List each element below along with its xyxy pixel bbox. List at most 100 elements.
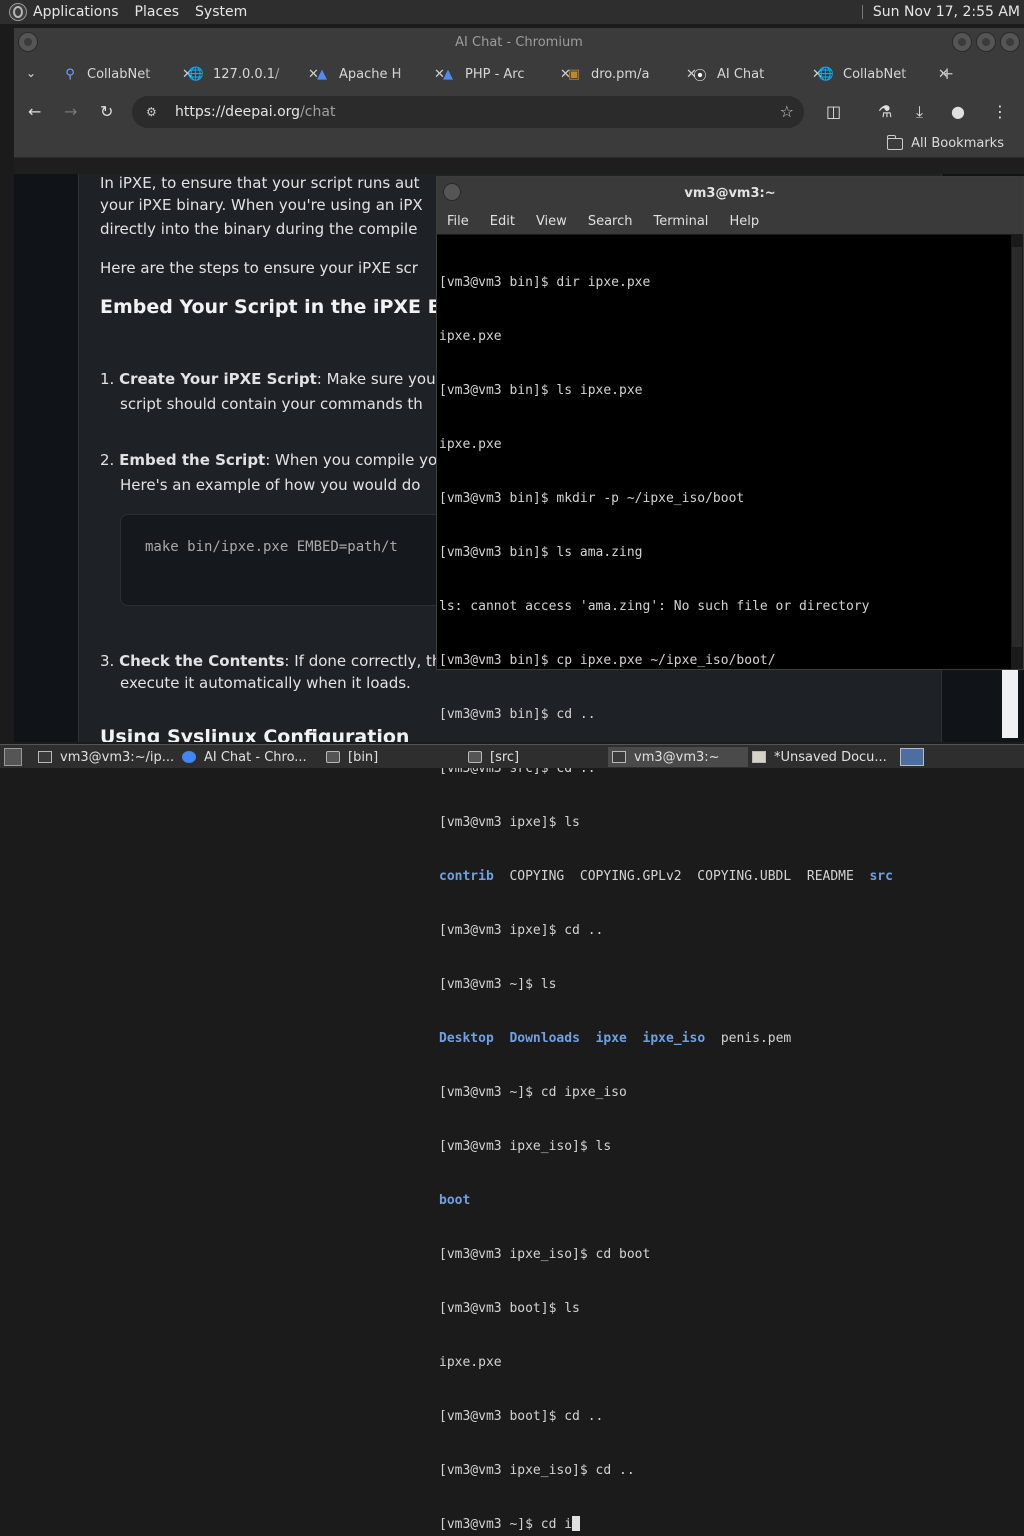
tab-localhost[interactable]: 🌐 127.0.0.1/ ✕ [187, 60, 319, 88]
workspace-switcher[interactable] [900, 748, 924, 766]
apache-icon: ▲ [443, 66, 453, 82]
list-item: 2. Embed the Script: When you compile yo [100, 451, 437, 469]
maximize-button[interactable] [976, 32, 996, 52]
terminal-line: contrib COPYING COPYING.GPLv2 COPYING.UB… [439, 868, 1023, 886]
url-path: /chat [300, 104, 336, 120]
directory-entry: Downloads [509, 1031, 580, 1046]
code-block[interactable]: make bin/ipxe.pxe EMBED=path/t [120, 514, 460, 606]
terminal-output[interactable]: [vm3@vm3 bin]$ dir ipxe.pxe ipxe.pxe [vm… [439, 238, 1023, 1536]
response-text-line: directly into the binary during the comp… [100, 220, 418, 238]
taskbar-item-chromium[interactable]: AI Chat - Chro... [182, 747, 322, 767]
gnome-foot-icon[interactable] [9, 3, 27, 21]
window-menu-button[interactable] [443, 183, 461, 201]
back-arrow-icon[interactable]: ← [28, 102, 41, 121]
terminal-line: [vm3@vm3 bin]$ dir ipxe.pxe [439, 275, 651, 290]
terminal-window: vm3@vm3:~ File Edit View Search Terminal… [436, 176, 1024, 1532]
tab-php[interactable]: ▲ PHP - Arc ✕ [440, 60, 571, 88]
reload-icon[interactable]: ↻ [100, 102, 113, 121]
list-number: 3. [100, 652, 115, 670]
menu-applications[interactable]: Applications [33, 4, 119, 20]
terminal-window-title: vm3@vm3:~ [684, 185, 776, 201]
terminal-line: Desktop Downloads ipxe ipxe_iso penis.pe… [439, 1030, 1023, 1048]
url-text[interactable]: https://deepai.org/chat [175, 104, 335, 120]
show-desktop-icon[interactable] [4, 748, 22, 766]
list-item-title: Check the Contents [119, 652, 285, 670]
menu-search[interactable]: Search [588, 214, 633, 229]
site-info-icon[interactable]: ⚙ [146, 105, 162, 119]
browser-titlebar[interactable]: AI Chat - Chromium [14, 28, 1024, 56]
apache-icon: ▲ [317, 66, 327, 82]
taskbar-item-label: vm3@vm3:~ [634, 749, 720, 765]
profile-icon[interactable]: ● [951, 102, 965, 121]
menu-terminal[interactable]: Terminal [653, 214, 708, 229]
tab-label: CollabNet [87, 66, 151, 82]
terminal-line: [vm3@vm3 ipxe]$ cd .. [439, 923, 604, 938]
tab-collabnet-2[interactable]: 🌐 CollabNet ✕ [817, 60, 949, 88]
terminal-line: [vm3@vm3 ipxe_iso]$ ls [439, 1139, 612, 1154]
taskbar-item-src-folder[interactable]: [src] [468, 747, 604, 767]
scrollbar-thumb[interactable] [1012, 247, 1022, 647]
taskbar-item-bin-folder[interactable]: [bin] [326, 747, 464, 767]
folder-icon [887, 134, 904, 150]
list-item-text: : When you compile yo [265, 451, 438, 469]
file-entry: penis.pem [720, 1031, 792, 1046]
directory-entry: contrib [439, 869, 494, 884]
menu-file[interactable]: File [447, 214, 469, 229]
taskbar-item-text-editor[interactable]: *Unsaved Docu... [752, 747, 892, 767]
directory-entry: ipxe_iso [642, 1031, 706, 1046]
menu-places[interactable]: Places [135, 4, 180, 20]
terminal-prompt-line[interactable]: [vm3@vm3 ~]$ cd i [439, 1516, 1023, 1534]
menu-view[interactable]: View [536, 214, 567, 229]
terminal-line: [vm3@vm3 bin]$ ls ipxe.pxe [439, 383, 643, 398]
new-tab-icon[interactable]: + [940, 64, 954, 84]
dropbox-icon: ▣ [567, 66, 581, 82]
tab-apache[interactable]: ▲ Apache H ✕ [314, 60, 445, 88]
download-icon[interactable]: ⤓ [916, 102, 923, 122]
menu-kebab-icon[interactable]: ⋮ [992, 102, 1008, 121]
tab-label: Apache H [339, 66, 402, 82]
terminal-line: ipxe.pxe [439, 1355, 502, 1370]
terminal-scrollbar[interactable] [1011, 235, 1023, 669]
tab-dropm[interactable]: ▣ dro.pm/a ✕ [566, 60, 697, 88]
tab-collabnet-1[interactable]: ⚲ CollabNet ✕ [62, 60, 193, 88]
panel-separator [861, 5, 863, 19]
globe-icon: 🌐 [817, 66, 835, 82]
taskbar-item-label: [bin] [348, 749, 379, 765]
list-item-title: Embed the Script [119, 451, 266, 469]
bottom-panel: vm3@vm3:~/ip... AI Chat - Chro... [bin] … [0, 744, 1024, 768]
terminal-line: [vm3@vm3 bin]$ cp ipxe.pxe ~/ipxe_iso/bo… [439, 653, 776, 668]
terminal-line: [vm3@vm3 ~]$ ls [439, 977, 557, 992]
close-window-button[interactable] [1000, 32, 1020, 52]
list-item-text: Here's an example of how you would do [120, 476, 421, 494]
tab-strip: ⌄ ⚲ CollabNet ✕ 🌐 127.0.0.1/ ✕ ▲ Apache … [14, 56, 1024, 94]
text-editor-icon [752, 751, 766, 763]
window-menu-button[interactable] [18, 32, 38, 52]
taskbar-item-label: AI Chat - Chro... [204, 749, 307, 765]
menu-help[interactable]: Help [729, 214, 759, 229]
menu-edit[interactable]: Edit [490, 214, 515, 229]
terminal-titlebar[interactable]: vm3@vm3:~ [437, 177, 1023, 209]
labs-flask-icon[interactable]: ⚗ [878, 102, 892, 121]
list-item: 1. Create Your iPXE Script: Make sure yo… [100, 370, 436, 388]
menu-system[interactable]: System [195, 4, 247, 20]
globe-icon: 🌐 [187, 66, 205, 82]
taskbar-item-terminal-ipxe[interactable]: vm3@vm3:~/ip... [38, 747, 178, 767]
terminal-line: [vm3@vm3 ~]$ cd ipxe_iso [439, 1085, 627, 1100]
clock[interactable]: Sun Nov 17, 2:55 AM [873, 4, 1020, 20]
address-bar[interactable]: ⚙ https://deepai.org/chat ☆ [132, 96, 804, 128]
all-bookmarks-button[interactable]: All Bookmarks [887, 134, 1004, 151]
tab-ai-chat[interactable]: ⦿ AI Chat ✕ [692, 60, 822, 88]
directory-entry: boot [439, 1193, 471, 1208]
bookmark-star-icon[interactable]: ☆ [780, 102, 794, 121]
taskbar-item-label: *Unsaved Docu... [774, 749, 887, 765]
tab-search-chevron-icon[interactable]: ⌄ [26, 66, 36, 80]
browser-toolbar: ← → ↻ ⚙ https://deepai.org/chat ☆ ◫ ⚗ ⤓ … [14, 94, 1024, 130]
forward-arrow-icon[interactable]: → [64, 102, 77, 121]
response-text-line: In iPXE, to ensure that your script runs… [100, 174, 420, 192]
taskbar-item-terminal-home[interactable]: vm3@vm3:~ [608, 747, 748, 767]
extensions-icon[interactable]: ◫ [826, 102, 841, 121]
tab-label: PHP - Arc [465, 66, 525, 82]
all-bookmarks-label: All Bookmarks [911, 136, 1004, 151]
chat-icon: ⦿ [693, 68, 707, 84]
minimize-button[interactable] [952, 32, 972, 52]
